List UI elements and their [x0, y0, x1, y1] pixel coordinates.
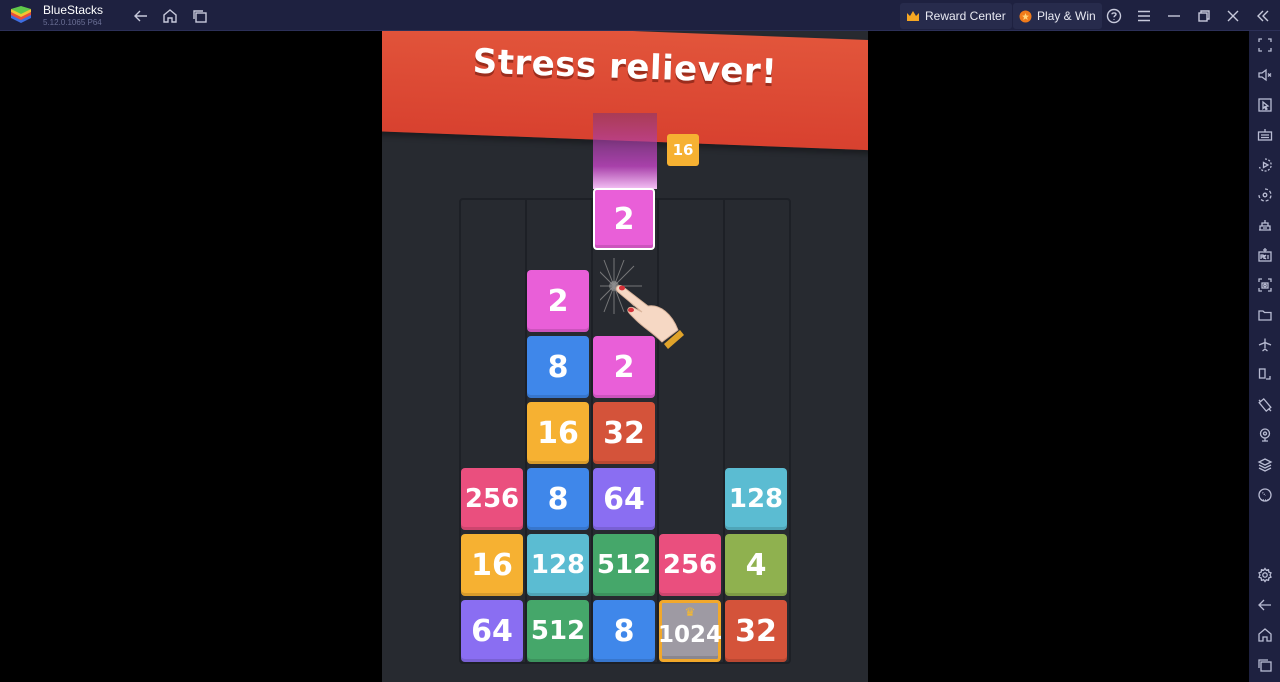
tile: 256 [461, 468, 523, 530]
close-icon[interactable] [1222, 5, 1244, 27]
fullscreen-icon[interactable] [1255, 35, 1275, 55]
tile-value: 64 [471, 613, 513, 649]
back-icon[interactable] [1255, 595, 1275, 615]
crown-icon [907, 11, 919, 21]
menu-icon[interactable] [1133, 5, 1155, 27]
tile-value: 4 [745, 547, 767, 583]
play-win-label: Play & Win [1037, 9, 1096, 23]
tile: 32 [725, 600, 787, 662]
tile-value: 512 [596, 550, 652, 580]
minimize-icon[interactable] [1163, 5, 1185, 27]
tile: 32 [593, 402, 655, 464]
right-sidebar [1249, 31, 1280, 682]
play-win-icon [1019, 10, 1032, 22]
rotate-icon[interactable] [1255, 185, 1275, 205]
tile-value: 16 [471, 547, 513, 583]
restore-icon[interactable] [1193, 5, 1215, 27]
tile-value: 8 [547, 349, 569, 385]
performance-icon[interactable] [1255, 485, 1275, 505]
tile: 64 [593, 468, 655, 530]
app-version: 5.12.0.1065 P64 [43, 18, 102, 27]
home-icon[interactable] [159, 5, 181, 27]
volume-mute-icon[interactable] [1255, 65, 1275, 85]
tile: 512 [527, 600, 589, 662]
tile-value: 8 [613, 613, 635, 649]
tile-value: 256 [464, 484, 520, 514]
game-viewport[interactable]: Stress reliever! 16 2 2 8 2 16 32 256 8 64 128 16… [382, 31, 868, 682]
tile-value: 2 [547, 283, 569, 319]
reward-center-button[interactable]: Reward Center [900, 3, 1012, 29]
tile-value: 2 [613, 349, 635, 385]
tile: 8 [527, 468, 589, 530]
tile-value: 16 [537, 415, 579, 451]
tile: 64 [461, 600, 523, 662]
tile: 128 [725, 468, 787, 530]
tile-value: 512 [530, 616, 586, 646]
tile-value: 64 [603, 481, 645, 517]
screenshot-icon[interactable] [1255, 275, 1275, 295]
tile: 16 [461, 534, 523, 596]
macro-icon[interactable] [1255, 155, 1275, 175]
reward-center-label: Reward Center [925, 9, 1006, 23]
app-name: BlueStacks [43, 3, 104, 17]
layers-icon[interactable] [1255, 455, 1275, 475]
collapse-sidebar-icon[interactable] [1252, 5, 1274, 27]
crown-icon: ♛ [684, 605, 696, 619]
location-icon[interactable] [1255, 425, 1275, 445]
tile-value: 256 [662, 550, 718, 580]
folder-icon[interactable] [1255, 305, 1275, 325]
multi-instance-icon[interactable] [1255, 215, 1275, 235]
tile: 4 [725, 534, 787, 596]
tile: 2 [593, 336, 655, 398]
tile: 8 [527, 336, 589, 398]
tile: 256 [659, 534, 721, 596]
help-icon[interactable] [1103, 5, 1125, 27]
falling-tile[interactable]: 2 [593, 188, 655, 250]
back-icon[interactable] [130, 5, 152, 27]
tile-value: 128 [530, 550, 586, 580]
home-icon[interactable] [1255, 625, 1275, 645]
tile: 8 [593, 600, 655, 662]
play-win-button[interactable]: Play & Win [1013, 3, 1102, 29]
tile-value: 1024 [658, 622, 723, 648]
drop-beam [593, 113, 657, 189]
tile: 2 [527, 270, 589, 332]
keyboard-icon[interactable] [1255, 125, 1275, 145]
tile: 16 [527, 402, 589, 464]
tile: 512 [593, 534, 655, 596]
shake-icon[interactable] [1255, 395, 1275, 415]
tile-value: 8 [547, 481, 569, 517]
airplane-icon[interactable] [1255, 335, 1275, 355]
settings-icon[interactable] [1255, 565, 1275, 585]
recent-apps-icon[interactable] [189, 5, 211, 27]
tile-value: 32 [603, 415, 645, 451]
tile-value: 32 [735, 613, 777, 649]
pointer-icon[interactable] [1255, 95, 1275, 115]
tile-value: 128 [728, 484, 784, 514]
tile: 128 [527, 534, 589, 596]
tile-crowned: ♛ 1024 [658, 600, 723, 662]
rotate-screen-icon[interactable] [1255, 365, 1275, 385]
apk-install-icon[interactable] [1255, 245, 1275, 265]
recent-apps-icon[interactable] [1255, 655, 1275, 675]
bluestacks-logo-icon [11, 6, 31, 23]
next-tile-preview: 16 [667, 134, 699, 166]
title-bar: BlueStacks 5.12.0.1065 P64 Reward Center… [0, 0, 1280, 31]
